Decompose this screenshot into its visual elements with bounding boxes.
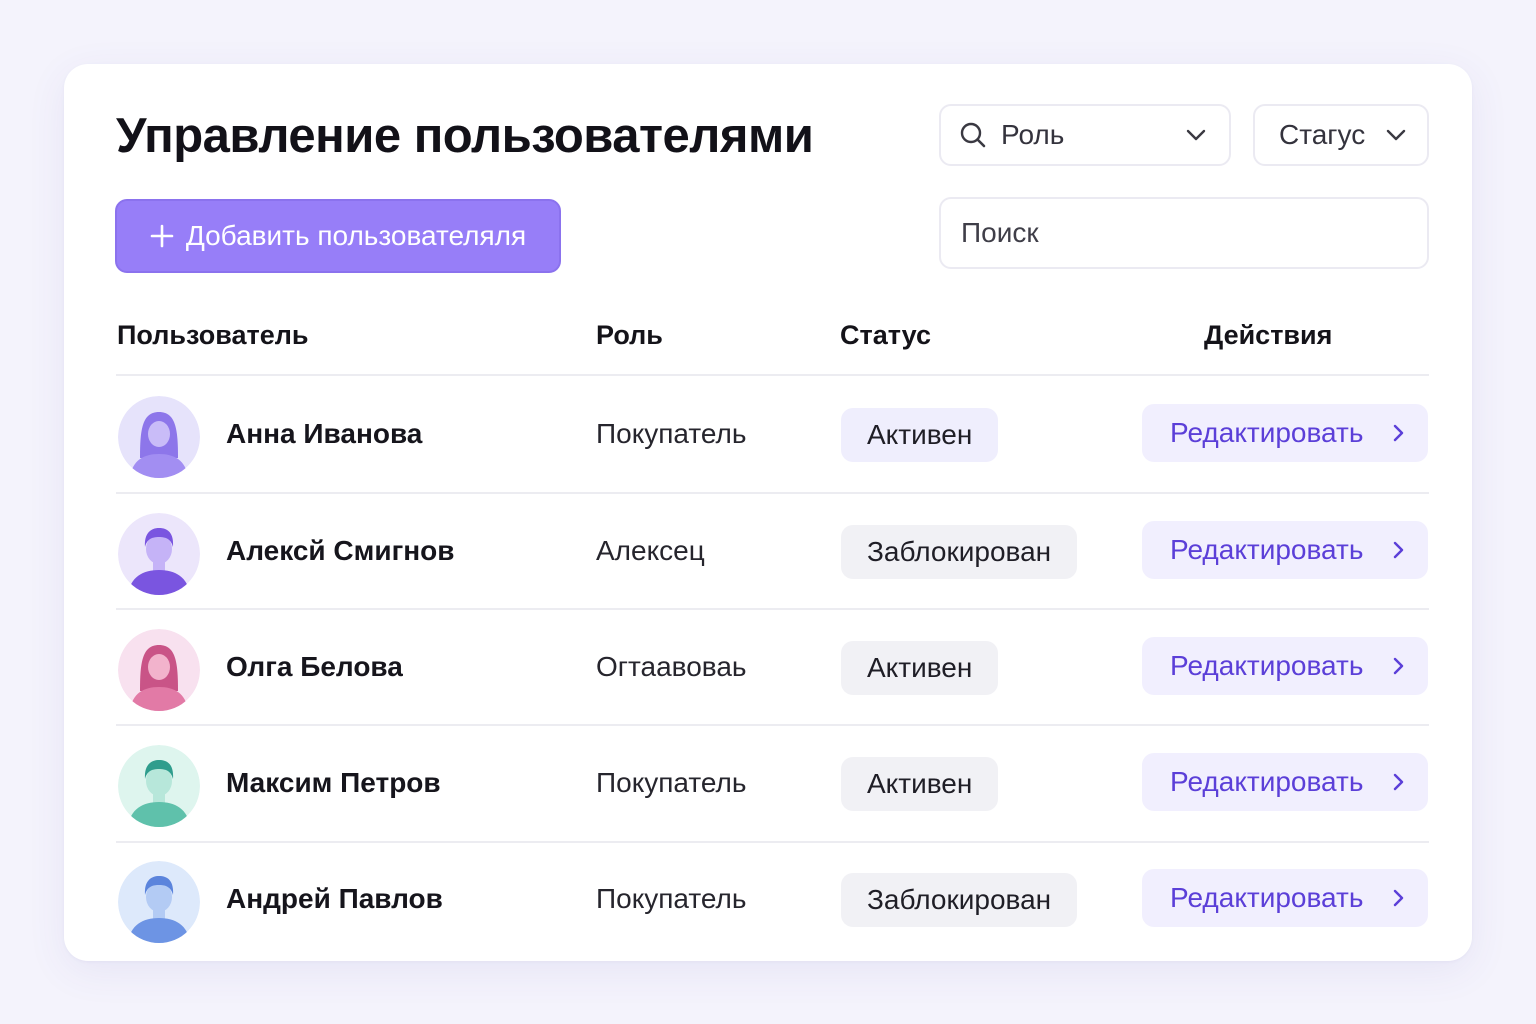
edit-label: Редактировать: [1170, 766, 1364, 797]
male-avatar-icon: [118, 745, 200, 827]
edit-button[interactable]: Редактировать: [1142, 404, 1428, 462]
table-row: Олга Белова Огтаавоваь Активен Редактиро…: [116, 609, 1429, 725]
table-row: Максим Петров Покупатель Активен Редакти…: [116, 725, 1429, 841]
table-row: Анна Иванова Покупатель Активен Редактир…: [116, 376, 1429, 492]
column-header-status: Статус: [840, 320, 931, 350]
edit-label: Редактировать: [1170, 417, 1364, 448]
add-user-button[interactable]: Добавить пользователяля: [115, 199, 561, 273]
status-badge: Активен: [841, 641, 999, 695]
page-title: Управление пользователями: [116, 109, 814, 163]
chevron-right-icon: [1392, 772, 1404, 792]
chevron-right-icon: [1392, 656, 1404, 676]
status-badge: Активен: [841, 757, 999, 811]
edit-label: Редактировать: [1170, 534, 1364, 565]
user-name: Анна Иванова: [226, 418, 423, 449]
column-header-role: Роль: [596, 320, 663, 350]
female-avatar-icon: [118, 629, 200, 711]
edit-button[interactable]: Редактировать: [1142, 637, 1428, 695]
user-role: Покупатель: [596, 767, 747, 798]
user-name: Алексй Смигнов: [226, 535, 455, 566]
female-avatar-icon: [118, 396, 200, 478]
chevron-right-icon: [1392, 888, 1404, 908]
chevron-down-icon: [1185, 128, 1207, 142]
edit-label: Редактировать: [1170, 650, 1364, 681]
chevron-right-icon: [1392, 423, 1404, 443]
search-input[interactable]: [939, 197, 1429, 269]
edit-button[interactable]: Редактировать: [1142, 521, 1428, 579]
user-role: Покупатель: [596, 418, 747, 449]
user-role: Алексец: [596, 535, 705, 566]
column-header-user: Пользователь: [117, 320, 309, 350]
status-badge: Заблокирован: [841, 525, 1078, 579]
male-avatar-icon: [118, 513, 200, 595]
status-filter-select[interactable]: Стагус: [1253, 104, 1429, 166]
search-icon: [959, 121, 987, 149]
status-filter-label: Стагус: [1279, 119, 1366, 150]
table-row: Андрей Павлов Покупатель Заблокирован Ре…: [116, 841, 1429, 957]
edit-button[interactable]: Редактировать: [1142, 869, 1428, 927]
edit-label: Редактировать: [1170, 882, 1364, 913]
table-row: Алексй Смигнов Алексец Заблокирован Реда…: [116, 493, 1429, 609]
male-avatar-icon: [118, 861, 200, 943]
column-header-actions: Действия: [1204, 320, 1333, 350]
add-user-label: Добавить пользователяля: [185, 220, 527, 251]
role-filter-select[interactable]: Роль: [939, 104, 1231, 166]
status-badge: Активен: [841, 408, 999, 462]
chevron-right-icon: [1392, 540, 1404, 560]
chevron-down-icon: [1385, 128, 1407, 142]
status-badge: Заблокирован: [841, 873, 1078, 927]
user-name: Андрей Павлов: [226, 883, 443, 914]
user-role: Огтаавоваь: [596, 651, 747, 682]
plus-icon: [150, 224, 174, 248]
user-role: Покупатель: [596, 883, 747, 914]
edit-button[interactable]: Редактировать: [1142, 753, 1428, 811]
user-management-card: Управление пользователями Роль Стагус До…: [64, 64, 1472, 961]
user-name: Олга Белова: [226, 651, 403, 682]
role-filter-label: Роль: [1001, 119, 1065, 150]
user-name: Максим Петров: [226, 767, 441, 798]
